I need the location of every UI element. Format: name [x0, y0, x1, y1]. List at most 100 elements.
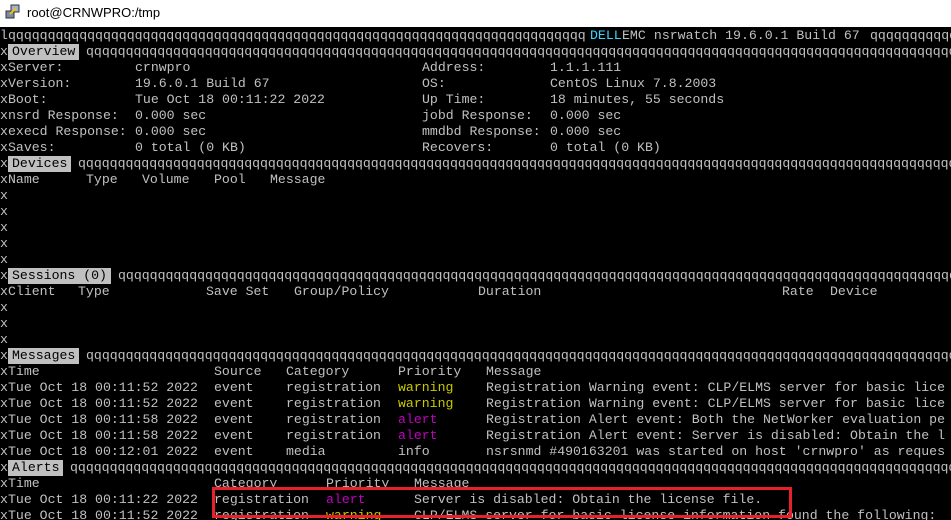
source: event — [214, 412, 254, 427]
border-side: x — [0, 60, 8, 75]
priority: alert — [398, 412, 438, 427]
terminal[interactable]: l qqqqqqqqqqqqqqqqqqqqqqqqqqqqqqqqqqqqqqq… — [0, 28, 951, 520]
brand-emc: EMC — [622, 28, 646, 43]
message: Registration Alert event: Server is disa… — [486, 428, 945, 443]
field-value: 1.1.1.111 — [550, 60, 622, 75]
border-side: x — [0, 188, 8, 203]
border-side: x — [0, 172, 8, 187]
border-side: x — [0, 124, 8, 139]
alerts-section-label[interactable]: Alerts — [8, 460, 64, 476]
overview-section: x Overview qqqqqqqqqqqqqqqqqqqqqqqqqqqqqqq… — [0, 44, 951, 60]
field-value: 0.000 sec — [550, 124, 622, 139]
devices-section: x Devices qqqqqqqqqqqqqqqqqqqqqqqqqqqqqqqq… — [0, 156, 951, 172]
message-row: x Tue Oct 18 00:11:58 2022 event registrati… — [0, 412, 951, 428]
empty-row: x — [0, 204, 951, 220]
app-title: nsrwatch 19.6.0.1 Build 67 — [646, 28, 868, 43]
column-header: Pool — [214, 172, 246, 187]
message: nsrsnmd #490163201 was started on host '… — [486, 444, 945, 459]
source: event — [214, 428, 254, 443]
window-title: root@CRNWPRO:/tmp — [27, 5, 161, 20]
column-header: Source — [214, 364, 262, 379]
sessions-header: x Client Type Save Set Group/Policy Duration R… — [0, 284, 951, 300]
border-side: x — [0, 396, 8, 411]
category: registration — [286, 380, 381, 395]
field-value: 0.000 sec — [550, 108, 622, 123]
source: event — [214, 444, 254, 459]
field-label: execd Response: — [8, 124, 127, 139]
source: event — [214, 380, 254, 395]
time: Tue Oct 18 00:11:52 2022 — [8, 380, 198, 395]
field-label: Up Time: — [422, 92, 486, 107]
border-line: qqqqqqqqqqqqqqqqqqqqqqqqqqqqqqqqqqqqqqqq… — [86, 348, 951, 363]
sessions-section: x Sessions (0) qqqqqqqqqqqqqqqqqqqqqqqqqqq… — [0, 268, 951, 284]
sessions-section-label[interactable]: Sessions (0) — [8, 268, 111, 284]
putty-icon — [5, 4, 20, 19]
category: registration — [286, 396, 381, 411]
messages-section-label[interactable]: Messages — [8, 348, 80, 364]
devices-section-label[interactable]: Devices — [8, 156, 72, 172]
border-side: x — [0, 300, 8, 315]
column-header: Client — [8, 284, 56, 299]
border-side: x — [0, 412, 8, 427]
empty-row: x — [0, 188, 951, 204]
overview-row: x Boot: Tue Oct 18 00:11:22 2022 Up Time: 18… — [0, 92, 951, 108]
field-value: Tue Oct 18 00:11:22 2022 — [135, 92, 325, 107]
field-value: CentOS Linux 7.8.2003 — [550, 76, 717, 91]
time: Tue Oct 18 00:11:58 2022 — [8, 412, 198, 427]
top-border: l qqqqqqqqqqqqqqqqqqqqqqqqqqqqqqqqqqqqqqq… — [0, 28, 951, 44]
field-value: 18 minutes, 55 seconds — [550, 92, 725, 107]
border-side: x — [0, 476, 8, 491]
overview-section-label[interactable]: Overview — [8, 44, 80, 60]
empty-row: x — [0, 220, 951, 236]
border-side: x — [0, 220, 8, 235]
empty-row: x — [0, 300, 951, 316]
border-line: qqqqqqqqqqqqqqqqqqqqqqqqqqqqqqqqqqqqqqqq… — [870, 28, 951, 43]
border-side: x — [0, 508, 8, 520]
messages-section: x Messages qqqqqqqqqqqqqqqqqqqqqqqqqqqqqqq… — [0, 348, 951, 364]
border-side: x — [0, 92, 8, 107]
message-row: x Tue Oct 18 00:12:01 2022 event media info n… — [0, 444, 951, 460]
border-side: x — [0, 316, 8, 331]
time: Tue Oct 18 00:12:01 2022 — [8, 444, 198, 459]
priority: warning — [398, 396, 454, 411]
priority: alert — [398, 428, 438, 443]
border-side: x — [0, 428, 8, 443]
border-side: x — [0, 268, 8, 283]
column-header: Message — [270, 172, 326, 187]
devices-header: x Name Type Volume Pool Message — [0, 172, 951, 188]
title-bar: root@CRNWPRO:/tmp — [0, 0, 951, 27]
column-header: Time — [8, 364, 40, 379]
field-label: Boot: — [8, 92, 48, 107]
field-label: Saves: — [8, 140, 56, 155]
border-side: x — [0, 460, 8, 475]
category: registration — [286, 412, 381, 427]
overview-row: x Saves: 0 total (0 KB) Recovers: 0 total (0… — [0, 140, 951, 156]
border-line: qqqqqqqqqqqqqqqqqqqqqqqqqqqqqqqqqqqqqqqq… — [86, 44, 951, 59]
column-header: Name — [8, 172, 40, 187]
field-label: jobd Response: — [422, 108, 533, 123]
border-line: qqqqqqqqqqqqqqqqqqqqqqqqqqqqqqqqqqqqqqqq… — [118, 268, 951, 283]
column-header: Device — [830, 284, 878, 299]
field-value: crnwpro — [135, 60, 191, 75]
empty-row: x — [0, 252, 951, 268]
overview-row: x nsrd Response: 0.000 sec jobd Response: 0.… — [0, 108, 951, 124]
field-value: 0.000 sec — [135, 108, 207, 123]
border-side: x — [0, 492, 8, 507]
field-value: 0.000 sec — [135, 124, 207, 139]
border-side: x — [0, 204, 8, 219]
category: media — [286, 444, 326, 459]
field-label: Address: — [422, 60, 486, 75]
column-header: Save Set — [206, 284, 270, 299]
message: Registration Warning event: CLP/ELMS ser… — [486, 380, 945, 395]
overview-row: x execd Response: 0.000 sec mmdbd Response:… — [0, 124, 951, 140]
message: Registration Alert event: Both the NetWo… — [486, 412, 945, 427]
column-header: Group/Policy — [294, 284, 389, 299]
border-side: x — [0, 140, 8, 155]
empty-row: x — [0, 332, 951, 348]
brand-dell: DELL — [590, 28, 622, 43]
alerts-section: x Alerts qqqqqqqqqqqqqqqqqqqqqqqqqqqqqqqqq… — [0, 460, 951, 476]
border-side: x — [0, 252, 8, 267]
border-line: qqqqqqqqqqqqqqqqqqqqqqqqqqqqqqqqqqqqqqqq… — [8, 28, 586, 43]
time: Tue Oct 18 00:11:58 2022 — [8, 428, 198, 443]
border-side: x — [0, 444, 8, 459]
